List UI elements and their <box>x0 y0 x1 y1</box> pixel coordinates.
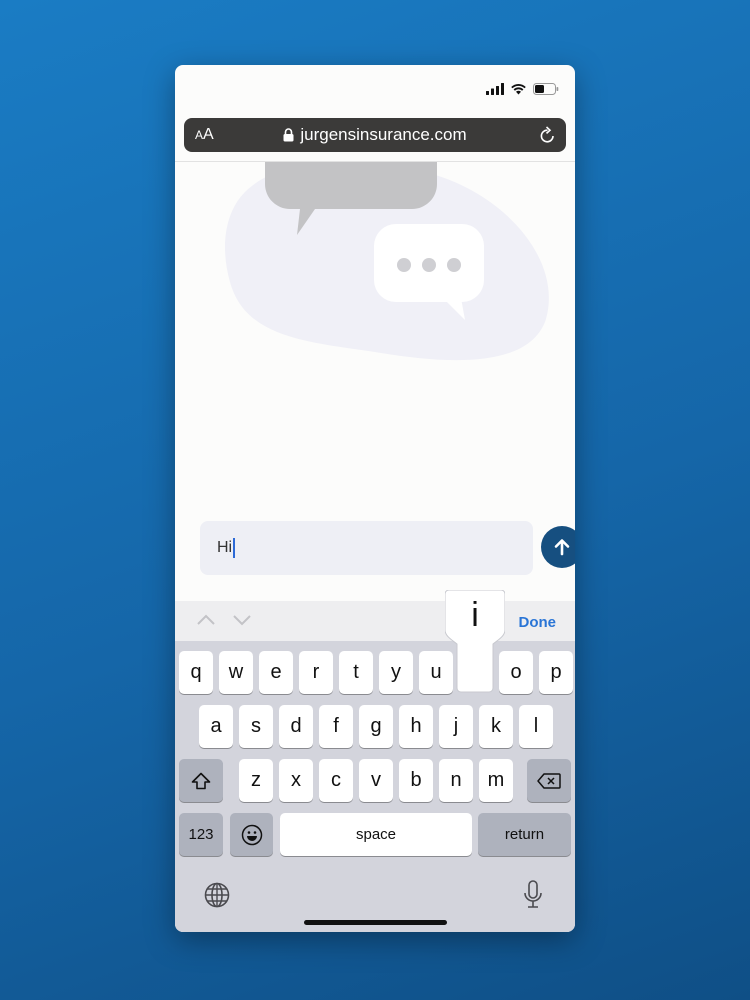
message-input-value: Hi <box>217 539 233 556</box>
return-key[interactable]: return <box>478 813 571 856</box>
chat-bubbles-illustration <box>225 162 549 361</box>
chevron-up-icon[interactable] <box>196 613 216 627</box>
key-b[interactable]: b <box>399 759 433 802</box>
key-h[interactable]: h <box>399 705 433 748</box>
emoji-key[interactable] <box>230 813 273 856</box>
key-t[interactable]: t <box>339 651 373 694</box>
key-r[interactable]: r <box>299 651 333 694</box>
shift-icon <box>191 772 211 789</box>
key-f[interactable]: f <box>319 705 353 748</box>
key-d[interactable]: d <box>279 705 313 748</box>
key-a[interactable]: a <box>199 705 233 748</box>
key-n[interactable]: n <box>439 759 473 802</box>
microphone-icon[interactable] <box>523 880 543 910</box>
keyboard-accessory-bar: Done <box>175 601 575 641</box>
address-bar[interactable]: AA jurgensinsurance.com <box>184 118 566 152</box>
delete-key[interactable] <box>527 759 571 802</box>
keyboard: 123 space return qwertyuopasdfghjklzxcvb… <box>175 641 575 932</box>
emoji-icon <box>241 824 262 845</box>
numbers-key[interactable]: 123 <box>179 813 223 856</box>
text-caret <box>233 538 236 558</box>
globe-icon[interactable] <box>204 882 230 908</box>
url-display[interactable]: jurgensinsurance.com <box>184 125 566 145</box>
key-p[interactable]: p <box>539 651 573 694</box>
key-press-popup: i <box>445 590 505 693</box>
send-button[interactable] <box>541 526 575 568</box>
arrow-up-icon <box>554 539 570 556</box>
shift-key[interactable] <box>179 759 223 802</box>
key-j[interactable]: j <box>439 705 473 748</box>
key-press-popup-label: i <box>471 596 479 634</box>
done-button[interactable]: Done <box>519 614 557 631</box>
lock-icon <box>283 128 294 142</box>
key-l[interactable]: l <box>519 705 553 748</box>
key-e[interactable]: e <box>259 651 293 694</box>
key-y[interactable]: y <box>379 651 413 694</box>
key-v[interactable]: v <box>359 759 393 802</box>
key-m[interactable]: m <box>479 759 513 802</box>
cellular-signal-icon <box>486 83 504 95</box>
backspace-icon <box>537 772 561 789</box>
key-c[interactable]: c <box>319 759 353 802</box>
key-g[interactable]: g <box>359 705 393 748</box>
phone-screen: AA jurgensinsurance.com Hi Done 123 spac… <box>175 65 575 932</box>
url-text: jurgensinsurance.com <box>300 125 467 144</box>
status-icons <box>486 83 559 95</box>
key-q[interactable]: q <box>179 651 213 694</box>
key-k[interactable]: k <box>479 705 513 748</box>
wifi-icon <box>511 84 526 95</box>
reload-icon <box>540 126 554 143</box>
key-s[interactable]: s <box>239 705 273 748</box>
message-input[interactable]: Hi <box>200 521 533 575</box>
reload-button[interactable] <box>539 126 556 149</box>
message-composer: Hi <box>175 519 575 577</box>
key-z[interactable]: z <box>239 759 273 802</box>
space-key[interactable]: space <box>280 813 472 856</box>
key-x[interactable]: x <box>279 759 313 802</box>
battery-icon <box>533 83 559 95</box>
status-bar <box>175 65 575 115</box>
home-indicator <box>304 920 447 925</box>
key-w[interactable]: w <box>219 651 253 694</box>
chevron-down-icon[interactable] <box>232 613 252 627</box>
